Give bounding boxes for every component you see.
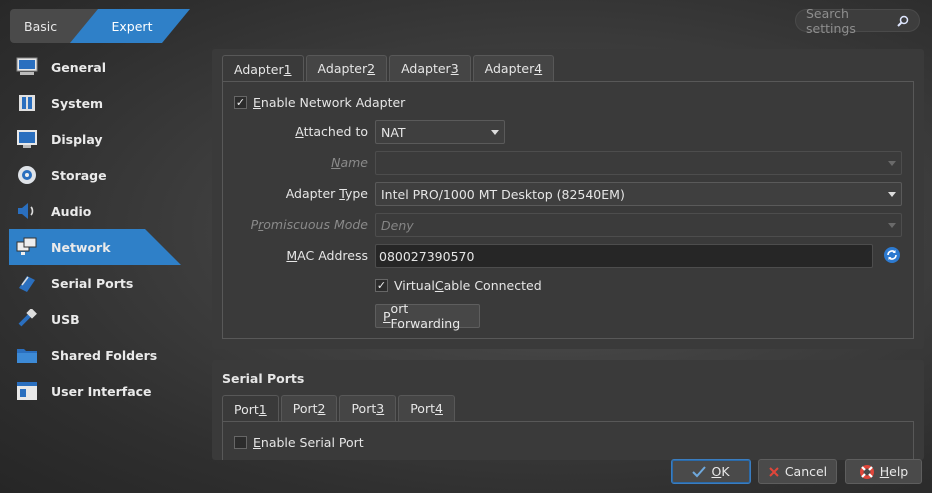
ok-button[interactable]: OK [671, 459, 751, 484]
chevron-down-icon [888, 191, 896, 197]
sidebar-item-label: Serial Ports [51, 275, 134, 291]
sidebar-item-shared-folders[interactable]: Shared Folders [0, 337, 182, 373]
refresh-icon [884, 247, 900, 263]
tab-port-2[interactable]: Port 2 [280, 395, 338, 421]
ok-checkmark-icon [692, 465, 707, 477]
folder-icon [16, 344, 38, 366]
cancel-x-icon [769, 466, 779, 477]
serial-ports-heading: Serial Ports [222, 371, 305, 386]
attached-to-label: Attached to [295, 124, 368, 139]
sidebar-item-audio[interactable]: Audio [0, 193, 182, 229]
mac-address-input[interactable]: 080027390570 [375, 244, 873, 268]
mode-switch: Basic Expert [10, 9, 190, 43]
tab-port-1[interactable]: Port 1 [222, 395, 279, 422]
search-icon [897, 15, 909, 27]
sidebar-item-label: General [51, 59, 106, 75]
checkmark-icon: ✓ [375, 279, 388, 292]
chevron-down-icon [888, 222, 896, 228]
chip-icon [16, 92, 38, 114]
adapter-type-label: Adapter Type [285, 186, 368, 201]
tab-adapter-2[interactable]: Adapter 2 [305, 55, 388, 81]
window-icon [16, 380, 38, 402]
serial-plug-icon [16, 272, 38, 294]
tab-adapter-3[interactable]: Adapter 3 [389, 55, 471, 81]
network-icon [16, 236, 38, 258]
sidebar-item-label: USB [51, 311, 80, 327]
name-label: Name [331, 155, 368, 170]
disk-icon [16, 164, 38, 186]
sidebar-item-user-interface[interactable]: User Interface [0, 373, 182, 409]
port-forwarding-button[interactable]: Port Forwarding [375, 301, 480, 331]
usb-icon [16, 308, 38, 330]
sidebar-item-network[interactable]: Network [0, 229, 182, 265]
monitor-icon [16, 56, 38, 78]
tab-adapter-4[interactable]: Adapter 4 [472, 55, 555, 81]
checkmark-icon: ✓ [234, 96, 247, 109]
virtual-cable-connected-checkbox[interactable]: ✓ Virtual Cable Connected [375, 278, 542, 293]
mac-address-label: MAC Address [286, 248, 368, 263]
sidebar-item-label: Audio [51, 203, 92, 219]
name-select[interactable] [375, 151, 902, 175]
refresh-mac-button[interactable] [883, 246, 901, 264]
help-button[interactable]: Help [845, 459, 922, 484]
promiscuous-mode-label: Promiscuous Mode [250, 217, 368, 232]
search-input[interactable]: Search settings [795, 6, 920, 36]
cancel-button[interactable]: Cancel [758, 459, 837, 484]
speaker-icon [16, 200, 38, 222]
port-tab-page: Enable Serial Port [222, 421, 914, 460]
sidebar-item-label: System [51, 95, 104, 111]
enable-network-adapter-checkbox[interactable]: ✓ Enable Network Adapter [234, 95, 405, 110]
adapter-tabs: Adapter 1 Adapter 2 Adapter 3 Adapter 4 [222, 55, 555, 82]
tab-adapter-1[interactable]: Adapter 1 [222, 55, 304, 82]
chevron-down-icon [888, 160, 896, 166]
display-icon [16, 128, 38, 150]
search-placeholder: Search settings [806, 5, 856, 36]
enable-serial-port-checkbox[interactable]: Enable Serial Port [234, 435, 364, 450]
sidebar-item-display[interactable]: Display [0, 121, 182, 157]
sidebar-item-label: User Interface [51, 383, 152, 399]
serial-ports-panel: Serial Ports Port 1 Port 2 Port 3 Port 4… [212, 360, 924, 460]
port-tabs: Port 1 Port 2 Port 3 Port 4 [222, 395, 455, 422]
lifebuoy-icon [859, 464, 874, 479]
sidebar-item-storage[interactable]: Storage [0, 157, 182, 193]
sidebar-item-usb[interactable]: USB [0, 301, 182, 337]
network-panel: Adapter 1 Adapter 2 Adapter 3 Adapter 4 … [212, 49, 924, 349]
adapter-tab-page: ✓ Enable Network Adapter Attached to NAT… [222, 81, 914, 339]
chevron-down-icon [491, 129, 499, 135]
sidebar: General System Display Storage Audio Net… [0, 49, 182, 409]
sidebar-item-label: Storage [51, 167, 107, 183]
attached-to-select[interactable]: NAT [375, 120, 505, 144]
promiscuous-mode-select[interactable]: Deny [375, 213, 902, 237]
sidebar-item-general[interactable]: General [0, 49, 182, 85]
tab-port-4[interactable]: Port 4 [398, 395, 455, 421]
sidebar-item-label: Shared Folders [51, 347, 158, 363]
tab-port-3[interactable]: Port 3 [339, 395, 397, 421]
sidebar-item-serial-ports[interactable]: Serial Ports [0, 265, 182, 301]
checkbox-box [234, 436, 247, 449]
sidebar-item-system[interactable]: System [0, 85, 182, 121]
sidebar-item-label: Network [51, 239, 111, 255]
sidebar-item-label: Display [51, 131, 103, 147]
adapter-type-select[interactable]: Intel PRO/1000 MT Desktop (82540EM) [375, 182, 902, 206]
